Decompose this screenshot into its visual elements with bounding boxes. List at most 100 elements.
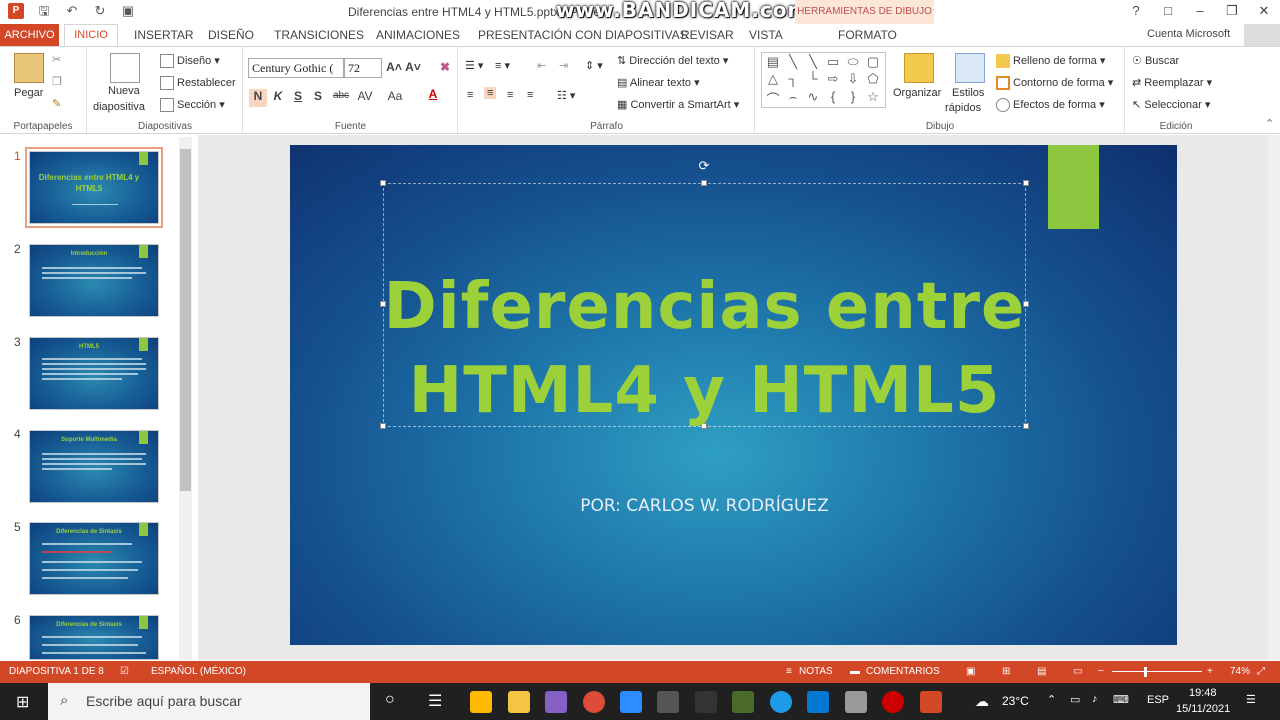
volume-icon[interactable]: ♪ bbox=[1092, 693, 1098, 705]
font-color-icon[interactable]: A bbox=[424, 87, 442, 101]
cortana-icon[interactable]: ○ bbox=[385, 691, 395, 709]
slide-thumbnail[interactable]: Soporte Multimedia bbox=[29, 430, 159, 503]
quick-styles-icon[interactable] bbox=[955, 53, 985, 83]
clear-format-icon[interactable]: ✖ bbox=[436, 60, 454, 74]
file-explorer-icon[interactable] bbox=[508, 691, 530, 713]
new-slide-label-2[interactable]: diapositiva bbox=[93, 101, 145, 113]
chrome-icon[interactable] bbox=[583, 691, 605, 713]
text-direction-button[interactable]: ⇅ Dirección del texto ▾ bbox=[617, 54, 728, 67]
shrink-font-icon[interactable]: A˅ bbox=[404, 60, 422, 74]
slide-subtitle[interactable]: POR: CARLOS W. RODRÍGUEZ bbox=[383, 496, 1026, 516]
brace-left-shape-icon[interactable]: { bbox=[824, 89, 842, 104]
oval-shape-icon[interactable]: ⬭ bbox=[844, 54, 862, 70]
tab-transiciones[interactable]: TRANSICIONES bbox=[274, 28, 364, 42]
slide-canvas[interactable]: ⟳ Diferencias entre HTML4 y HTML5 POR: C… bbox=[290, 145, 1177, 645]
task-view-icon[interactable]: ☰ bbox=[428, 691, 442, 711]
mw-app-icon[interactable] bbox=[732, 691, 754, 713]
increase-indent-icon[interactable]: ⇥ bbox=[559, 59, 568, 72]
shape-effects-button[interactable]: Efectos de forma ▾ bbox=[996, 98, 1105, 113]
arrange-button[interactable]: Organizar bbox=[893, 87, 941, 99]
decrease-indent-icon[interactable]: ⇤ bbox=[537, 59, 546, 72]
elbow2-shape-icon[interactable]: └ bbox=[804, 71, 822, 86]
shapes-gallery[interactable]: ▤ ╲ ╲ ▭ ⬭ ▢ △ ┐ └ ⇨ ⇩ ⬠ ⌒ ⌢ ∿ { } ☆ bbox=[761, 52, 886, 108]
messenger-icon[interactable] bbox=[770, 691, 792, 713]
vscode-icon[interactable] bbox=[807, 691, 829, 713]
zoom-level[interactable]: 74% bbox=[1230, 666, 1250, 677]
find-button[interactable]: ☉ Buscar bbox=[1132, 54, 1179, 67]
align-left-icon[interactable]: ≡ bbox=[467, 89, 473, 101]
smartart-button[interactable]: ▦ Convertir a SmartArt ▾ bbox=[617, 98, 739, 111]
canvas-scrollbar[interactable] bbox=[1268, 135, 1280, 660]
rounded-rect-shape-icon[interactable]: ▢ bbox=[864, 54, 882, 70]
rect-shape-icon[interactable]: ▭ bbox=[824, 54, 842, 70]
brace-right-shape-icon[interactable]: } bbox=[844, 89, 862, 104]
weather-icon[interactable]: ☁ bbox=[975, 693, 989, 710]
resize-handle[interactable] bbox=[701, 180, 707, 186]
line2-shape-icon[interactable]: ╲ bbox=[804, 54, 822, 70]
tab-animaciones[interactable]: ANIMACIONES bbox=[376, 28, 460, 42]
zoom-in-icon[interactable]: + bbox=[1207, 666, 1213, 677]
thumbnails-scrollbar[interactable] bbox=[179, 137, 192, 660]
notes-button[interactable]: NOTAS bbox=[799, 666, 833, 677]
language-indicator[interactable]: ESPAÑOL (MÉXICO) bbox=[151, 666, 246, 677]
avatar[interactable] bbox=[1244, 24, 1280, 46]
ribbon-display-icon[interactable]: □ bbox=[1152, 0, 1184, 24]
format-painter-icon[interactable]: ✎ bbox=[52, 97, 61, 110]
slideshow-icon[interactable]: ▭ bbox=[1073, 666, 1082, 677]
zoom-app-icon[interactable] bbox=[620, 691, 642, 713]
select-button[interactable]: ↖ Seleccionar ▾ bbox=[1132, 98, 1210, 111]
fit-slide-icon[interactable]: ⤢ bbox=[1257, 666, 1265, 677]
help-icon[interactable]: ? bbox=[1120, 0, 1152, 24]
reset-button[interactable]: Restablecer bbox=[160, 76, 236, 90]
slideshow-start-icon[interactable]: ▣ bbox=[120, 3, 136, 19]
keyboard-icon[interactable]: ⌨ bbox=[1113, 693, 1129, 706]
tab-diseno[interactable]: DISEÑO bbox=[208, 28, 254, 42]
replace-button[interactable]: ⇄ Reemplazar ▾ bbox=[1132, 76, 1212, 89]
tab-archivo[interactable]: ARCHIVO bbox=[0, 24, 59, 46]
slide-thumbnail[interactable]: Introducción bbox=[29, 244, 159, 317]
justify-icon[interactable]: ≡ bbox=[527, 89, 533, 101]
arrow-right-shape-icon[interactable]: ⇨ bbox=[824, 71, 842, 87]
freeform-shape-icon[interactable]: ⬠ bbox=[864, 71, 882, 87]
clock-date[interactable]: 15/11/2021 bbox=[1176, 703, 1230, 715]
quick-styles-label[interactable]: Estilos bbox=[952, 87, 984, 99]
paste-button[interactable]: Pegar bbox=[14, 87, 43, 99]
zoom-slider[interactable] bbox=[1112, 671, 1202, 672]
triangle-shape-icon[interactable]: △ bbox=[764, 71, 782, 87]
columns-icon[interactable]: ☷ ▾ bbox=[557, 89, 575, 102]
temperature[interactable]: 23°C bbox=[1002, 694, 1029, 708]
new-slide-label[interactable]: Nueva bbox=[108, 85, 140, 97]
strikethrough-button[interactable]: abc bbox=[330, 90, 352, 101]
layout-button[interactable]: Diseño ▾ bbox=[160, 54, 220, 69]
collapse-ribbon-icon[interactable]: ⌃ bbox=[1265, 117, 1274, 130]
reading-view-icon[interactable]: ▤ bbox=[1037, 666, 1046, 677]
store-icon[interactable] bbox=[470, 691, 492, 713]
bold-button[interactable]: N bbox=[249, 89, 267, 107]
slide-title[interactable]: Diferencias entre HTML4 y HTML5 bbox=[383, 265, 1026, 433]
char-spacing-button[interactable]: AV bbox=[354, 89, 376, 103]
language-tray[interactable]: ESP bbox=[1147, 694, 1169, 706]
unity-icon[interactable] bbox=[657, 691, 679, 713]
account-link[interactable]: Cuenta Microsoft bbox=[1147, 28, 1230, 40]
comments-button[interactable]: COMENTARIOS bbox=[866, 666, 940, 677]
slide-sorter-icon[interactable]: ⊞ bbox=[1002, 666, 1010, 677]
zoom-slider-thumb[interactable] bbox=[1144, 667, 1147, 677]
minimize-icon[interactable]: – bbox=[1184, 0, 1216, 24]
save-icon[interactable]: 🖫 bbox=[36, 3, 52, 19]
quick-styles-label-2[interactable]: rápidos bbox=[945, 102, 981, 114]
tab-vista[interactable]: VISTA bbox=[749, 28, 783, 42]
slide-thumbnail[interactable]: HTML5 bbox=[29, 337, 159, 410]
network-icon[interactable]: ▭ bbox=[1070, 693, 1080, 706]
line-shape-icon[interactable]: ╲ bbox=[784, 54, 802, 70]
bullets-icon[interactable]: ☰ ▾ bbox=[465, 59, 483, 72]
grow-font-icon[interactable]: A˄ bbox=[385, 60, 403, 74]
slide-thumbnail[interactable]: Diferencias de Sintaxis bbox=[29, 522, 159, 595]
curve-shape-icon[interactable]: ⌒ bbox=[764, 89, 782, 108]
rotate-handle-icon[interactable]: ⟳ bbox=[697, 159, 711, 173]
tab-insertar[interactable]: INSERTAR bbox=[134, 28, 194, 42]
arrange-icon[interactable] bbox=[904, 53, 934, 83]
elbow-shape-icon[interactable]: ┐ bbox=[784, 71, 802, 86]
textbox-shape-icon[interactable]: ▤ bbox=[764, 54, 782, 70]
copy-icon[interactable]: ❐ bbox=[52, 75, 62, 88]
windows-start-icon[interactable]: ⊞ bbox=[16, 692, 29, 712]
